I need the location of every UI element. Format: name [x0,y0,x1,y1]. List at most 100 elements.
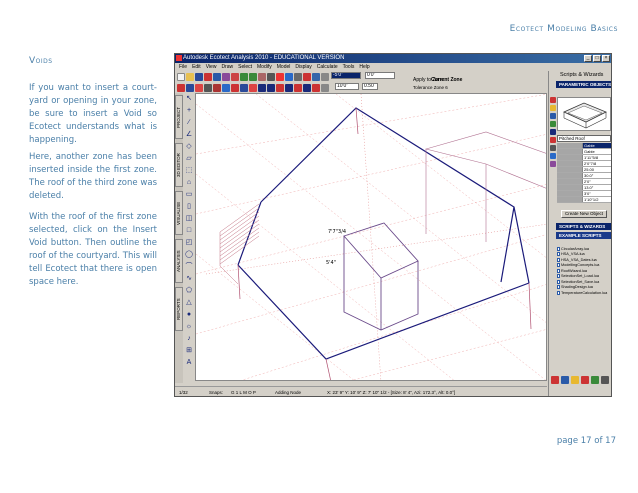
new-file-icon[interactable] [177,73,185,81]
cylinder-tool-icon[interactable]: ◯ [185,251,193,259]
zone-tool-icon[interactable]: ◇ [185,143,193,151]
close-icon[interactable]: × [602,55,610,62]
menu-modify[interactable]: Modify [257,63,272,71]
analysis-tab-icon[interactable] [550,137,556,143]
print-icon[interactable] [267,73,275,81]
tab-project[interactable]: PROJECT [175,95,183,139]
edit-script-icon[interactable] [561,376,569,384]
line-tool-icon[interactable]: ∕ [185,119,193,127]
refresh-icon[interactable] [591,376,599,384]
grid-icon[interactable] [285,73,293,81]
parameter-row[interactable]: 1'10"1/2 [557,197,611,203]
text-tool-icon[interactable]: A [185,359,193,367]
parameter-value[interactable]: 1'10"1/2 [583,197,611,202]
z-coordinate-field[interactable]: 10'0" [335,83,359,90]
properties-icon[interactable] [321,73,329,81]
parameter-value[interactable]: 30.0° [583,173,611,178]
example-scripts-header[interactable]: EXAMPLE SCRIPTS [556,232,611,239]
pointer-tool-icon[interactable]: ↖ [185,95,193,103]
menu-file[interactable]: File [179,63,187,71]
undo-icon[interactable] [240,73,248,81]
parameter-value[interactable]: 2'0"7/8 [583,161,611,166]
tab-visualise[interactable]: VISUALISE [175,191,183,235]
script-tab-icon[interactable] [550,161,556,167]
sphere-tool-icon[interactable]: ● [185,311,193,319]
display-tab-icon[interactable] [550,129,556,135]
plane-tool-icon[interactable]: ▱ [185,155,193,163]
line-icon[interactable] [267,84,275,92]
offset-icon[interactable] [294,84,302,92]
parameter-value[interactable]: 2'0" [583,179,611,184]
settings-icon[interactable] [294,73,302,81]
mirror-icon[interactable] [285,84,293,92]
menu-draw[interactable]: Draw [221,63,233,71]
pan-icon[interactable] [195,84,203,92]
layers-icon[interactable] [303,73,311,81]
tag-icon[interactable] [321,84,329,92]
create-new-object-button[interactable]: Create New Object [561,210,607,218]
snap-icon[interactable] [231,84,239,92]
parameter-value[interactable]: Gable [583,149,611,154]
select-icon[interactable] [177,84,185,92]
calculate-tab-icon[interactable] [550,145,556,151]
parameter-value[interactable]: 3'0" [583,191,611,196]
menu-view[interactable]: View [206,63,217,71]
arc-tool-icon[interactable]: ⌒ [185,263,193,271]
point-tool-icon[interactable]: + [185,107,193,115]
maximize-icon[interactable]: □ [593,55,601,62]
menu-help[interactable]: Help [359,63,369,71]
speaker-tool-icon[interactable]: ♪ [185,335,193,343]
list-item[interactable]: TemperatureCalculation.lua [557,290,611,296]
parametric-tab-icon[interactable] [550,97,556,103]
light-tool-icon[interactable]: ☼ [185,323,193,331]
current-zone-selector[interactable]: Current Zone [431,77,462,83]
save-icon[interactable] [195,73,203,81]
zoom-icon[interactable] [258,73,266,81]
tab-analysis[interactable]: ANALYSIS [175,239,183,283]
roof-tool-icon[interactable]: ⌂ [185,179,193,187]
menu-model[interactable]: Model [277,63,291,71]
zones-tab-icon[interactable] [550,113,556,119]
menu-tools[interactable]: Tools [343,63,355,71]
prism-tool-icon[interactable]: ⬠ [185,287,193,295]
menu-select[interactable]: Select [238,63,252,71]
tab-reports[interactable]: REPORTS [175,287,183,331]
axis-icon[interactable] [240,84,248,92]
door-tool-icon[interactable]: ▯ [185,203,193,211]
box-icon[interactable] [213,84,221,92]
menu-edit[interactable]: Edit [192,63,201,71]
parameter-value[interactable]: 25.00 [583,167,611,172]
void-tool-icon[interactable]: ⬚ [185,167,193,175]
appliance-tool-icon[interactable]: ⊞ [185,347,193,355]
link-icon[interactable] [303,84,311,92]
menu-calculate[interactable]: Calculate [317,63,338,71]
open-folder-icon[interactable] [186,73,194,81]
scripts-wizards-header[interactable]: SCRIPTS & WIZARDS [556,223,611,230]
parameter-value[interactable]: Gable [583,143,611,148]
stop-icon[interactable] [276,73,284,81]
curve-tool-icon[interactable]: ∿ [185,275,193,283]
scale-field[interactable]: 0.50 [362,83,378,90]
rectangle-tool-icon[interactable]: □ [185,227,193,235]
polyline-tool-icon[interactable]: ∠ [185,131,193,139]
panel-tool-icon[interactable]: ◫ [185,215,193,223]
material-icon[interactable] [312,73,320,81]
redo-icon[interactable] [249,73,257,81]
parametric-objects-header[interactable]: PARAMETRIC OBJECTS [556,81,611,88]
export-tab-icon[interactable] [550,153,556,159]
paste-icon[interactable] [222,73,230,81]
add-point-icon[interactable] [258,84,266,92]
open-script-icon[interactable] [571,376,579,384]
x-coordinate-field[interactable]: -5'0" [331,72,361,79]
plane-icon[interactable] [222,84,230,92]
extrude-icon[interactable] [276,84,284,92]
cut-icon[interactable] [204,73,212,81]
block-tool-icon[interactable]: ◰ [185,239,193,247]
run-script-icon[interactable] [551,376,559,384]
y-coordinate-field[interactable]: 0'0" [365,72,395,79]
copy-icon[interactable] [213,73,221,81]
delete-icon[interactable] [231,73,239,81]
minimize-icon[interactable]: _ [584,55,592,62]
tab-3d-editor[interactable]: 3D EDITOR [175,143,183,187]
array-icon[interactable] [312,84,320,92]
